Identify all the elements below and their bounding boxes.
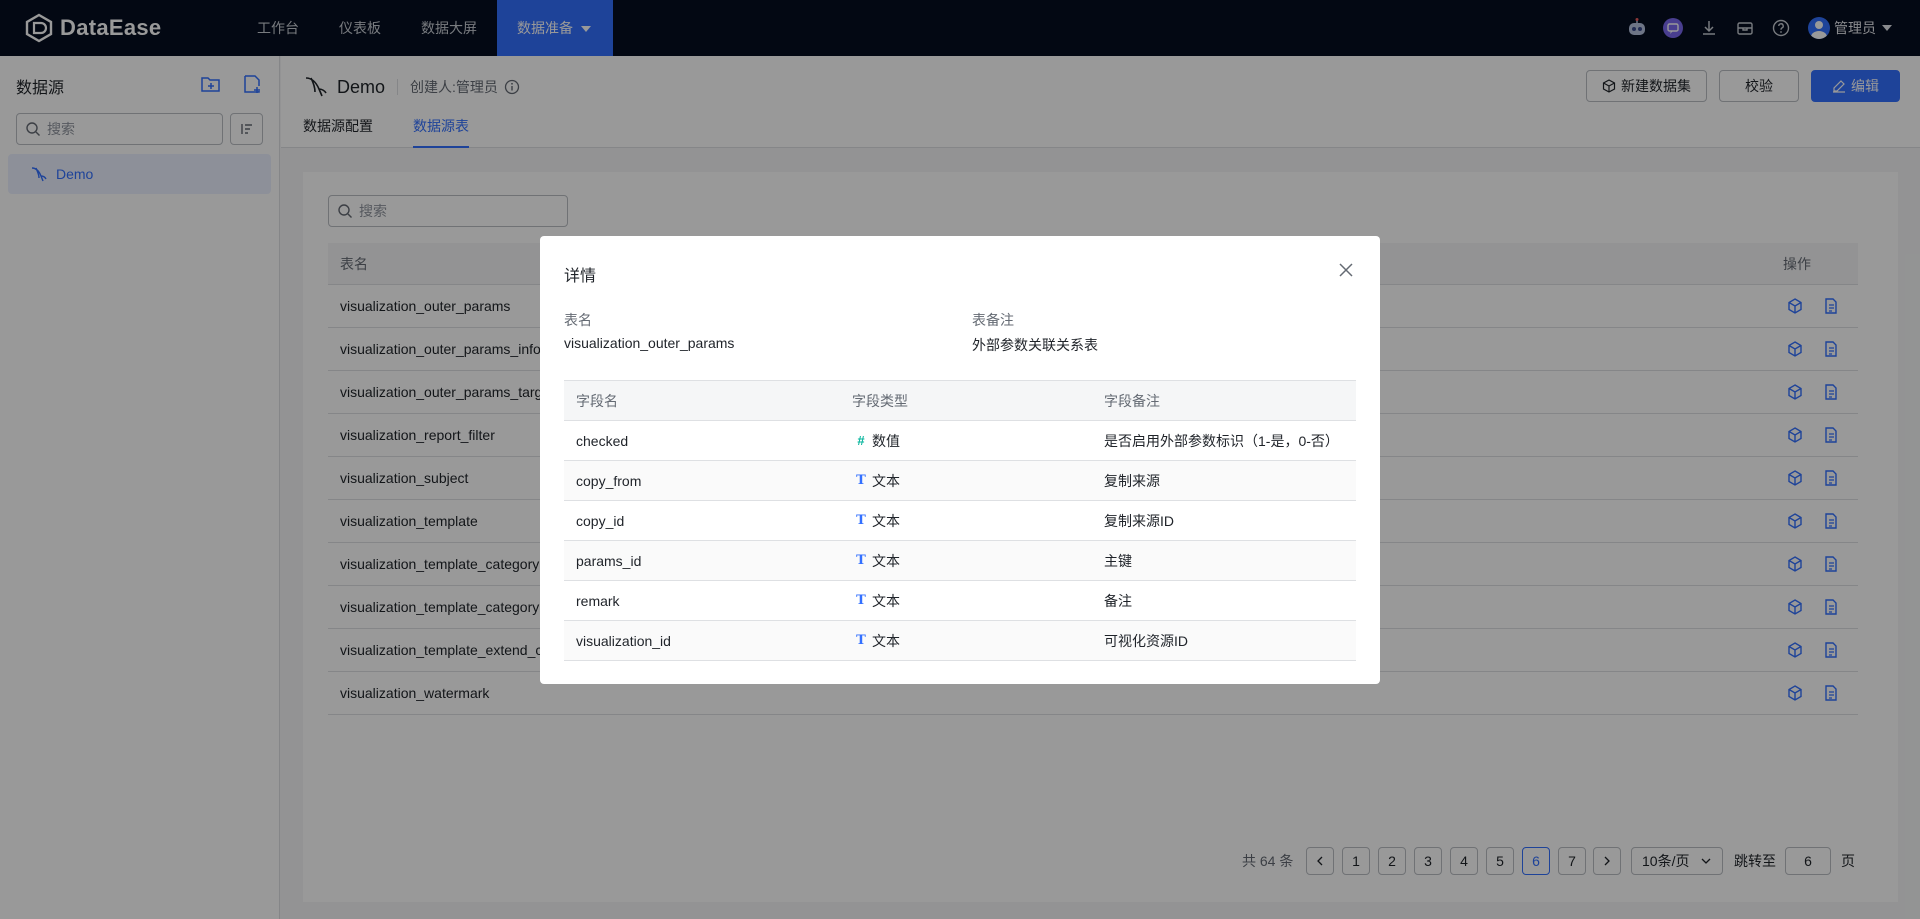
field-row: visualization_id T 文本 可视化资源ID	[564, 621, 1356, 661]
field-remark: 主键	[1104, 553, 1132, 569]
field-remark: 复制来源	[1104, 473, 1160, 489]
table-name-label: 表名	[564, 312, 592, 328]
text-type-icon: T	[856, 553, 866, 568]
field-name: remark	[576, 593, 620, 609]
field-type: 文本	[872, 633, 900, 649]
field-row: params_id T 文本 主键	[564, 541, 1356, 581]
field-remark: 是否启用外部参数标识（1-是，0-否）	[1104, 433, 1339, 449]
field-table: 字段名 字段类型 字段备注 checked # 数值 是否启用外部参数标识（1-是，0…	[564, 380, 1356, 661]
col-field-type: 字段类型	[852, 393, 908, 409]
field-name: checked	[576, 433, 629, 449]
dialog-title: 详情	[564, 268, 597, 285]
field-type: 数值	[872, 433, 900, 449]
table-remark-label: 表备注	[972, 312, 1014, 328]
field-type: 文本	[872, 473, 900, 489]
field-remark: 复制来源ID	[1104, 513, 1174, 529]
close-button[interactable]	[1334, 258, 1358, 282]
col-field-name: 字段名	[576, 393, 618, 409]
field-row: copy_id T 文本 复制来源ID	[564, 501, 1356, 541]
field-remark: 可视化资源ID	[1104, 633, 1188, 649]
field-remark: 备注	[1104, 593, 1132, 609]
table-name-value: visualization_outer_params	[564, 335, 735, 351]
text-type-icon: T	[856, 473, 866, 488]
field-type: 文本	[872, 593, 900, 609]
field-type: 文本	[872, 513, 900, 529]
table-remark-value: 外部参数关联关系表	[972, 337, 1098, 353]
text-type-icon: T	[856, 513, 866, 528]
field-name: copy_id	[576, 513, 625, 529]
field-row: checked # 数值 是否启用外部参数标识（1-是，0-否）	[564, 421, 1356, 461]
field-type: 文本	[872, 553, 900, 569]
field-table-header: 字段名 字段类型 字段备注	[564, 381, 1356, 421]
detail-dialog: 详情 表名 visualization_outer_params 表备注 外部参…	[540, 236, 1380, 684]
text-type-icon: T	[856, 593, 866, 608]
close-icon	[1339, 263, 1353, 277]
col-field-remark: 字段备注	[1104, 393, 1160, 409]
field-name: params_id	[576, 553, 642, 569]
number-type-icon: #	[857, 433, 865, 448]
field-row: copy_from T 文本 复制来源	[564, 461, 1356, 501]
field-row: remark T 文本 备注	[564, 581, 1356, 621]
field-name: visualization_id	[576, 633, 671, 649]
text-type-icon: T	[856, 633, 866, 648]
field-name: copy_from	[576, 473, 642, 489]
